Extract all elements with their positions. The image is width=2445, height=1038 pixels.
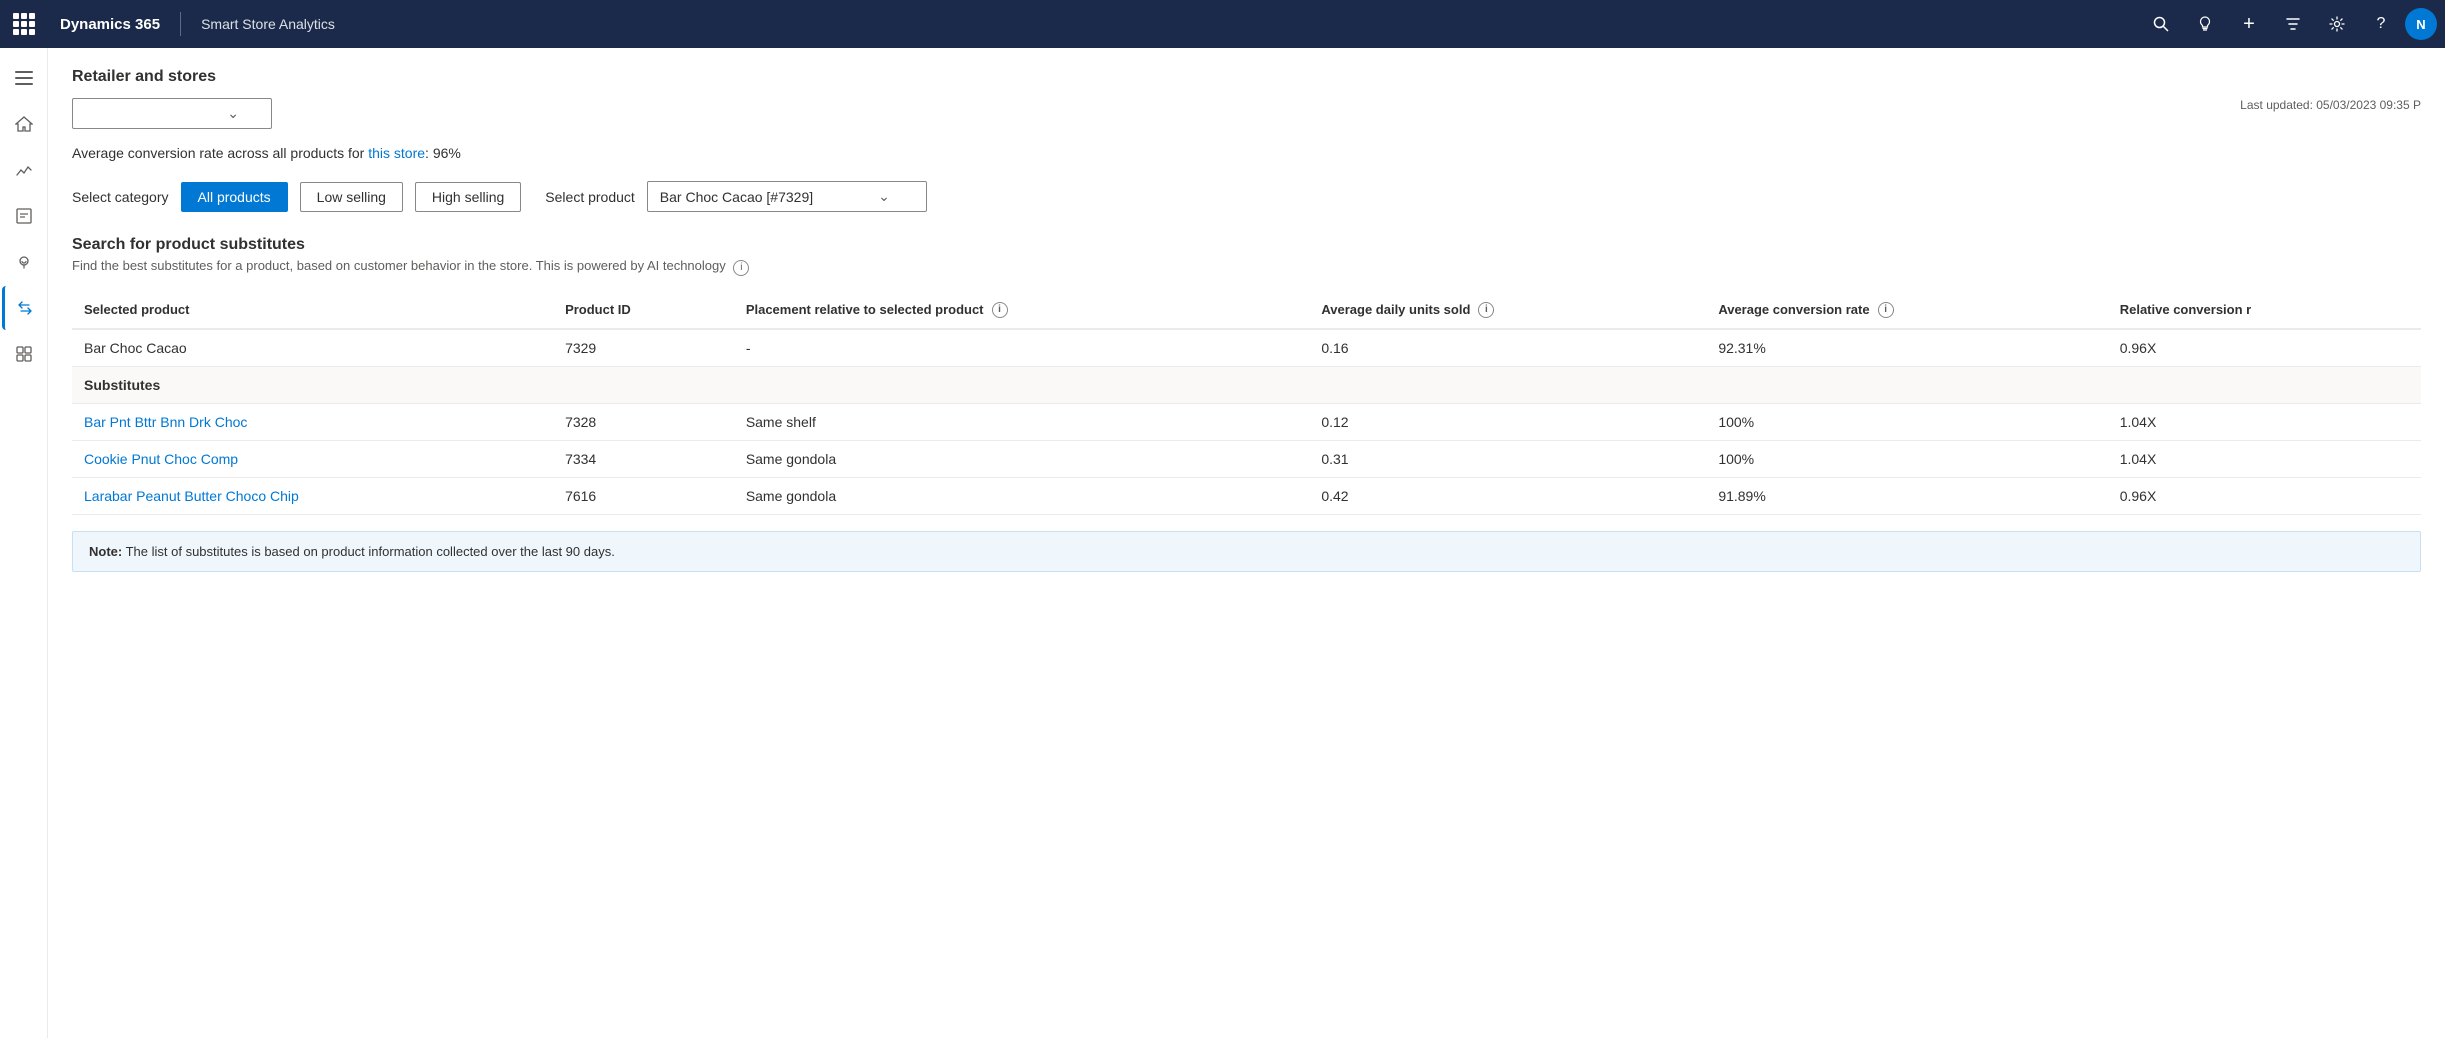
selected-product-id: 7329	[553, 329, 734, 367]
sub-id-0: 7328	[553, 403, 734, 440]
store-selector: ​ ⌄	[72, 98, 272, 129]
sub-avg-conv-1: 100%	[1706, 440, 2107, 477]
col-avg-daily-units: Average daily units sold i	[1309, 292, 1706, 329]
sub-avg-units-2: 0.42	[1309, 477, 1706, 514]
main-content: Retailer and stores ​ ⌄ Last updated: 05…	[48, 48, 2445, 1038]
lightbulb-button[interactable]	[2185, 4, 2225, 44]
sub-avg-units-0: 0.12	[1309, 403, 1706, 440]
substitutes-header: Search for product substitutes Find the …	[72, 236, 2421, 276]
substitutes-group-label: Substitutes	[72, 366, 2421, 403]
help-button[interactable]: ?	[2361, 4, 2401, 44]
col-product-id: Product ID	[553, 292, 734, 329]
sidebar-item-substitutes[interactable]	[2, 286, 46, 330]
selected-product-avg-conversion: 92.31%	[1706, 329, 2107, 367]
sidebar-item-home[interactable]	[2, 102, 46, 146]
add-button[interactable]: +	[2229, 4, 2269, 44]
left-sidebar	[0, 48, 48, 1038]
category-filter-label: Select category	[72, 189, 169, 205]
search-button[interactable]	[2141, 4, 2181, 44]
filter-button[interactable]	[2273, 4, 2313, 44]
selected-product-name: Bar Choc Cacao	[72, 329, 553, 367]
sub-name-1[interactable]: Cookie Pnut Choc Comp	[72, 440, 553, 477]
substitutes-description: Find the best substitutes for a product,…	[72, 258, 2421, 276]
sidebar-item-analytics[interactable]	[2, 148, 46, 192]
substitutes-section: Search for product substitutes Find the …	[72, 236, 2421, 572]
table-row: Cookie Pnut Choc Comp 7334 Same gondola …	[72, 440, 2421, 477]
nav-separator	[180, 12, 181, 36]
sidebar-item-items[interactable]	[2, 332, 46, 376]
sub-avg-conv-0: 100%	[1706, 403, 2107, 440]
store-dropdown[interactable]: ​ ⌄	[72, 98, 272, 129]
substitutes-group-header: Substitutes	[72, 366, 2421, 403]
product-dropdown[interactable]: Bar Choc Cacao [#7329] ⌄	[647, 181, 927, 212]
sub-placement-2: Same gondola	[734, 477, 1310, 514]
table-row: Larabar Peanut Butter Choco Chip 7616 Sa…	[72, 477, 2421, 514]
selected-product-relative-conversion: 0.96X	[2108, 329, 2421, 367]
filter-all-products[interactable]: All products	[181, 182, 288, 212]
sidebar-item-insights[interactable]	[2, 240, 46, 284]
sub-rel-conv-2: 0.96X	[2108, 477, 2421, 514]
sub-placement-0: Same shelf	[734, 403, 1310, 440]
chevron-down-icon: ⌄	[227, 105, 239, 122]
avg-conversion-info-icon[interactable]: i	[1878, 302, 1894, 318]
note-label: Note:	[89, 544, 122, 559]
waffle-icon	[13, 13, 35, 35]
app-name: Smart Store Analytics	[201, 16, 335, 32]
user-avatar[interactable]: N	[2405, 8, 2437, 40]
col-selected-product: Selected product	[72, 292, 553, 329]
note-text: The list of substitutes is based on prod…	[126, 544, 615, 559]
sub-name-2[interactable]: Larabar Peanut Butter Choco Chip	[72, 477, 553, 514]
col-placement: Placement relative to selected product i	[734, 292, 1310, 329]
sub-rel-conv-1: 1.04X	[2108, 440, 2421, 477]
table-row: Bar Pnt Bttr Bnn Drk Choc 7328 Same shel…	[72, 403, 2421, 440]
conversion-rate-info: Average conversion rate across all produ…	[72, 145, 2421, 161]
filter-high-selling[interactable]: High selling	[415, 182, 521, 212]
col-relative-conversion: Relative conversion r	[2108, 292, 2421, 329]
sidebar-item-reports[interactable]	[2, 194, 46, 238]
nav-actions: + ? N	[2141, 4, 2445, 44]
waffle-menu[interactable]	[0, 0, 48, 48]
substitutes-table: Selected product Product ID Placement re…	[72, 292, 2421, 515]
settings-button[interactable]	[2317, 4, 2357, 44]
brand-name: Dynamics 365	[60, 16, 160, 33]
ai-info-icon[interactable]: i	[733, 260, 749, 276]
selected-product-placement: -	[734, 329, 1310, 367]
substitutes-title: Search for product substitutes	[72, 236, 2421, 254]
chevron-down-icon-product: ⌄	[878, 188, 890, 205]
last-updated-text: Last updated: 05/03/2023 09:35 P	[2240, 98, 2421, 112]
page-title: Retailer and stores	[72, 68, 2421, 86]
sidebar-menu-toggle[interactable]	[2, 56, 46, 100]
selected-product-row: Bar Choc Cacao 7329 - 0.16 92.31% 0.96X	[72, 329, 2421, 367]
sub-placement-1: Same gondola	[734, 440, 1310, 477]
col-avg-conversion: Average conversion rate i	[1706, 292, 2107, 329]
plus-icon: +	[2243, 13, 2255, 36]
brand-area: Dynamics 365 Smart Store Analytics	[48, 12, 347, 36]
sub-avg-conv-2: 91.89%	[1706, 477, 2107, 514]
note-box: Note: The list of substitutes is based o…	[72, 531, 2421, 572]
table-header-row: Selected product Product ID Placement re…	[72, 292, 2421, 329]
help-icon: ?	[2377, 15, 2386, 33]
product-dropdown-value: Bar Choc Cacao [#7329]	[660, 189, 813, 205]
sub-name-0[interactable]: Bar Pnt Bttr Bnn Drk Choc	[72, 403, 553, 440]
filter-low-selling[interactable]: Low selling	[300, 182, 403, 212]
sub-id-1: 7334	[553, 440, 734, 477]
avg-daily-info-icon[interactable]: i	[1478, 302, 1494, 318]
product-select-label: Select product	[545, 189, 635, 205]
top-navigation: Dynamics 365 Smart Store Analytics + ? N	[0, 0, 2445, 48]
selected-product-avg-units: 0.16	[1309, 329, 1706, 367]
sub-id-2: 7616	[553, 477, 734, 514]
sub-avg-units-1: 0.31	[1309, 440, 1706, 477]
filter-row: Select category All products Low selling…	[72, 181, 2421, 212]
placement-info-icon[interactable]: i	[992, 302, 1008, 318]
sub-rel-conv-0: 1.04X	[2108, 403, 2421, 440]
